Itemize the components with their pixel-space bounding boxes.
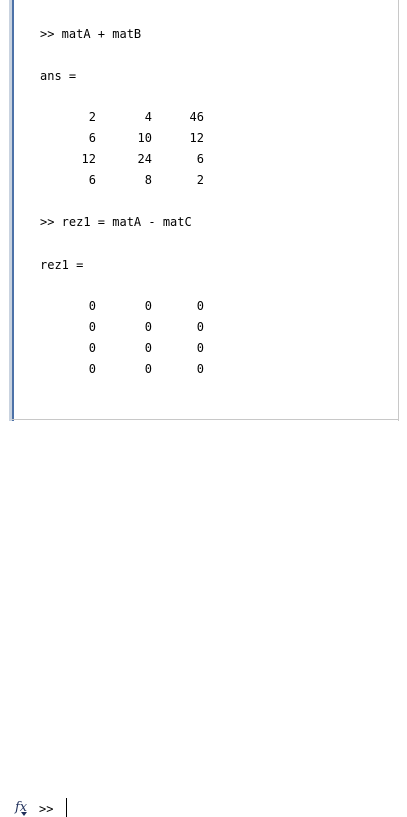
- matrix-cell: 0: [144, 320, 152, 334]
- result-label-ans: ans =: [40, 69, 77, 83]
- command-window[interactable]: >> matA + matB ans = 2 4 46 6 10 12 12 2…: [0, 0, 407, 817]
- matrix-cell: 0: [196, 320, 204, 334]
- matrix-cell: 12: [81, 152, 96, 166]
- command-prompt: >>: [39, 802, 54, 816]
- matrix-cell: 10: [137, 131, 152, 145]
- matrix-cell: 12: [189, 131, 204, 145]
- matrix-row: 0 0 0: [40, 338, 220, 359]
- command-line-2: >> rez1 = matA - matC: [40, 215, 192, 229]
- matrix-row: 6 8 2: [40, 170, 220, 191]
- matrix-cell: 0: [88, 299, 96, 313]
- matrix-cell: 0: [144, 299, 152, 313]
- matrix-rez1: 0 0 0 0 0 0 0 0 0 0 0 0: [40, 296, 220, 380]
- matrix-row: 6 10 12: [40, 128, 220, 149]
- matrix-cell: 6: [88, 131, 96, 145]
- matrix-cell: 0: [144, 341, 152, 355]
- matrix-row: 0 0 0: [40, 359, 220, 380]
- matrix-cell: 4: [144, 110, 152, 124]
- command-input-line[interactable]: fx >>: [0, 399, 390, 817]
- matrix-row: 0 0 0: [40, 317, 220, 338]
- chevron-down-icon[interactable]: [21, 812, 27, 816]
- left-border-accent: [12, 0, 14, 421]
- matrix-cell: 6: [196, 152, 204, 166]
- matrix-cell: 0: [196, 362, 204, 376]
- result-label-rez1: rez1 =: [40, 258, 84, 272]
- matrix-row: 0 0 0: [40, 296, 220, 317]
- matrix-cell: 2: [88, 110, 96, 124]
- command-line-1: >> matA + matB: [40, 27, 142, 41]
- matrix-cell: 0: [196, 341, 204, 355]
- matrix-cell: 2: [196, 173, 204, 187]
- console-output: >> matA + matB ans = 2 4 46 6 10 12 12 2…: [40, 0, 390, 421]
- matrix-cell: 0: [88, 362, 96, 376]
- matrix-cell: 46: [189, 110, 204, 124]
- matrix-cell: 0: [88, 341, 96, 355]
- matrix-cell: 0: [144, 362, 152, 376]
- matrix-cell: 8: [144, 173, 152, 187]
- matrix-row: 12 24 6: [40, 149, 220, 170]
- matrix-cell: 0: [196, 299, 204, 313]
- matrix-cell: 0: [88, 320, 96, 334]
- matrix-ans: 2 4 46 6 10 12 12 24 6 6 8 2: [40, 107, 220, 191]
- right-border: [398, 0, 399, 421]
- text-cursor: [66, 798, 67, 817]
- matrix-cell: 24: [137, 152, 152, 166]
- matrix-cell: 6: [88, 173, 96, 187]
- matrix-row: 2 4 46: [40, 107, 220, 128]
